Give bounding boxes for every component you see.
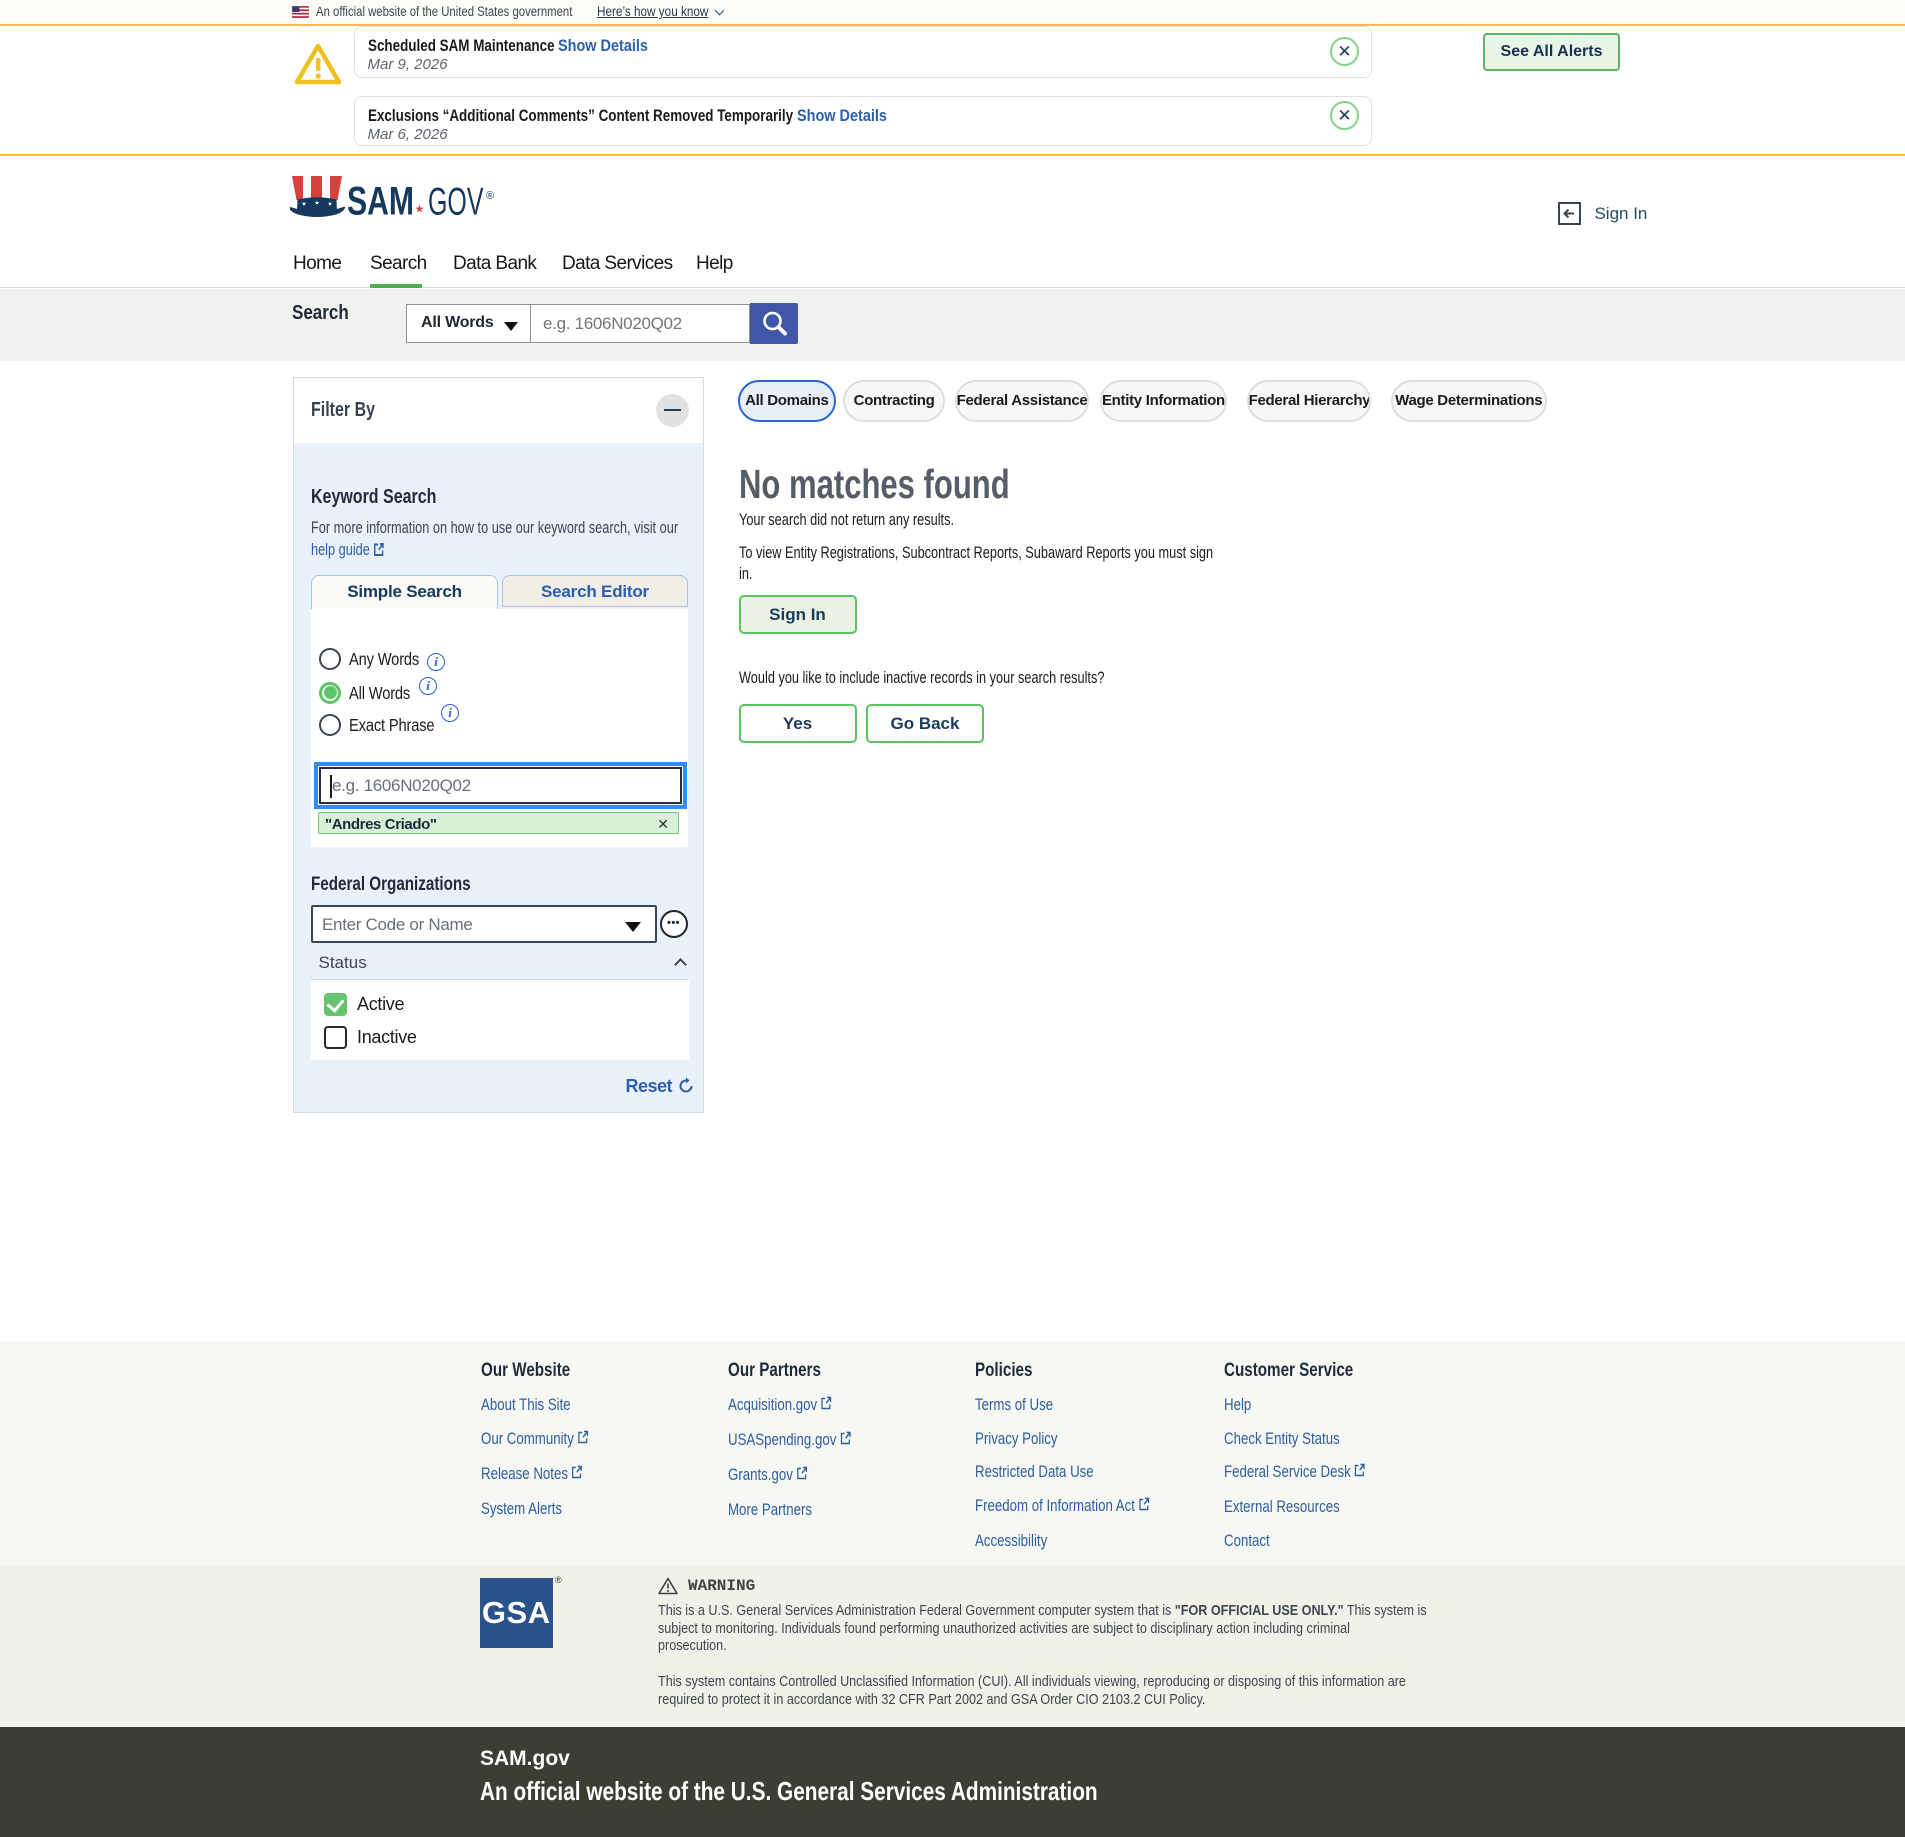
- svg-text:SAM: SAM: [347, 180, 414, 221]
- svg-text:®: ®: [486, 190, 494, 202]
- svg-text:GOV: GOV: [428, 181, 484, 221]
